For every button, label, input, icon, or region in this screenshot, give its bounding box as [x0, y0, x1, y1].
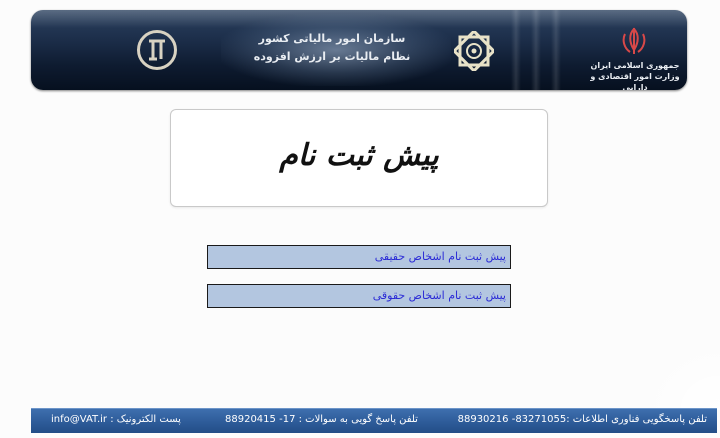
organization-title-line1: سازمان امور مالیاتی کشور	[258, 32, 406, 45]
contact-email: پست الکترونیک : info@VAT.ir	[51, 414, 181, 425]
natural-persons-preregistration-link[interactable]: پیش ثبت نام اشخاص حقیقی	[207, 245, 511, 269]
banner-stripe	[531, 10, 541, 90]
organization-title-line2: نظام مالیات بر ارزش افزوده	[253, 50, 411, 63]
vat-logo-icon	[137, 30, 177, 70]
legal-persons-preregistration-link[interactable]: پیش ثبت نام اشخاص حقوقی	[207, 284, 511, 308]
ministry-line2: وزارت امور اقتصادی و دارایی	[590, 72, 680, 90]
organization-title: سازمان امور مالیاتی کشور نظام مالیات بر …	[247, 30, 417, 66]
ministry-line1: جمهوری اسلامی ایران	[590, 61, 680, 70]
ministry-block: جمهوری اسلامی ایران وزارت امور اقتصادی و…	[583, 24, 687, 90]
ministry-text: جمهوری اسلامی ایران وزارت امور اقتصادی و…	[583, 60, 687, 90]
header-banner: سازمان امور مالیاتی کشور نظام مالیات بر …	[31, 10, 687, 90]
banner-stripe	[511, 10, 521, 90]
it-support-phone: تلفن پاسخگویی فناوری اطلاعات :83271055- …	[457, 414, 707, 425]
page-title: پیش ثبت نام	[279, 138, 439, 173]
corner-highlight	[640, 340, 720, 410]
tax-organization-emblem-icon	[452, 29, 496, 73]
title-panel: پیش ثبت نام	[170, 109, 548, 207]
banner-stripe	[551, 10, 561, 90]
footer-bar: تلفن پاسخگویی فناوری اطلاعات :83271055- …	[31, 408, 717, 433]
questions-phone: تلفن پاسخ گویی به سوالات : 17- 88920415	[225, 414, 418, 425]
iran-emblem-icon	[617, 26, 651, 58]
